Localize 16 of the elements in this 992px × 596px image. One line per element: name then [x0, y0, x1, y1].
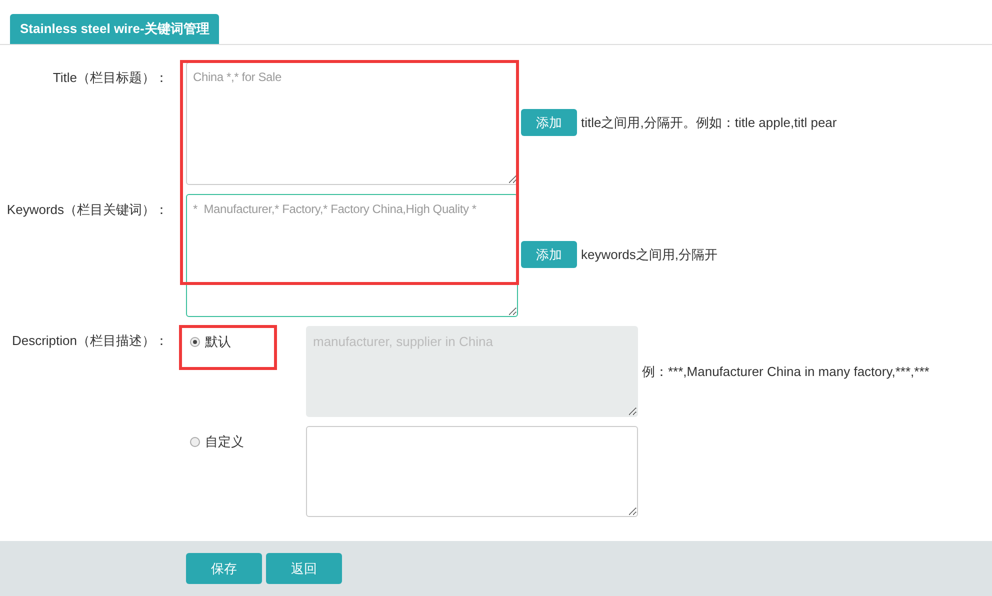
add-button[interactable]: 添加 [521, 109, 577, 136]
radio-button[interactable] [190, 436, 200, 447]
hint-text: 例：***,Manufacturer China in many factory,***,*** [642, 362, 930, 381]
tab[interactable]: Stainless steel wire-关键词管理 [10, 14, 220, 44]
hint-text: keywords之间用,分隔开 [581, 246, 718, 264]
hint-text: title之间用,分隔开。例如：title apple,titl pear [581, 114, 837, 132]
add-button[interactable]: 添加 [521, 241, 577, 268]
back-button[interactable]: 返回 [266, 553, 342, 584]
text-area[interactable]: China *,* for Sale [186, 62, 518, 185]
radio-option[interactable]: 自定义 [190, 432, 244, 452]
field-label: Title（栏目标题）： [52, 69, 169, 87]
save-button[interactable]: 保存 [186, 553, 262, 584]
field-label: Description（栏目描述）： [10, 332, 169, 350]
text-area[interactable] [306, 426, 638, 517]
text-area[interactable]: * Manufacturer,* Factory,* Factory China,High Quality * [186, 194, 518, 317]
field-label: Keywords（栏目关键词）： [6, 201, 169, 219]
